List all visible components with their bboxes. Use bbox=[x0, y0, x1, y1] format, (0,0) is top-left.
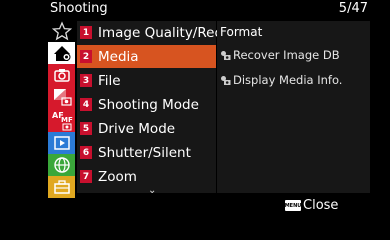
svg-text:MF: MF bbox=[61, 116, 73, 124]
category-sidebar: AF MF bbox=[48, 20, 75, 198]
menu-item-media[interactable]: 2 Media bbox=[77, 45, 216, 68]
top-bar: Shooting 5/47 bbox=[0, 0, 390, 20]
item-number-badge: 1 bbox=[80, 26, 92, 39]
camera-small-icon bbox=[221, 50, 231, 60]
menu-item-label: Shutter/Silent bbox=[98, 144, 191, 161]
playback-icon bbox=[53, 136, 70, 150]
tab-playback[interactable] bbox=[48, 132, 75, 154]
item-number-badge: 5 bbox=[80, 122, 92, 135]
camera-icon bbox=[53, 69, 70, 82]
close-label: Close bbox=[303, 198, 339, 213]
item-number-badge: 6 bbox=[80, 146, 92, 159]
tab-network[interactable] bbox=[48, 154, 75, 176]
menu-key-icon: MENU bbox=[285, 200, 301, 211]
my-menu-icon bbox=[53, 46, 70, 61]
submenu-item-display-media-info[interactable]: Display Media Info. bbox=[220, 71, 342, 89]
menu-item-shooting-mode[interactable]: 4 Shooting Mode bbox=[77, 93, 216, 116]
menu-item-drive-mode[interactable]: 5 Drive Mode bbox=[77, 117, 216, 140]
toolbox-icon bbox=[53, 180, 70, 194]
menu-item-label: Media bbox=[98, 48, 139, 65]
menu-item-label: Shooting Mode bbox=[98, 96, 199, 113]
item-number-badge: 2 bbox=[80, 50, 92, 63]
star-icon bbox=[51, 21, 72, 41]
menu-item-label: Zoom bbox=[98, 168, 137, 185]
menu-item-image-quality[interactable]: 1 Image Quality/Rec bbox=[77, 21, 222, 44]
tab-setup[interactable] bbox=[48, 176, 75, 198]
page-indicator: 5/47 bbox=[338, 1, 368, 16]
tab-my-menu-setting[interactable] bbox=[48, 20, 75, 42]
tab-exposure-color[interactable] bbox=[48, 86, 75, 108]
af-mf-icon: AF MF bbox=[52, 111, 73, 131]
page-title: Shooting bbox=[50, 1, 108, 16]
exposure-color-icon bbox=[53, 89, 72, 106]
menu-item-label: File bbox=[98, 72, 121, 89]
submenu-panel: Format Recover Image DB Display Media In… bbox=[217, 21, 370, 193]
item-number-badge: 3 bbox=[80, 74, 92, 87]
scroll-down-chevron-icon[interactable]: ⌄ bbox=[148, 185, 156, 196]
submenu-item-label: Display Media Info. bbox=[233, 73, 343, 87]
close-button[interactable]: MENU Close bbox=[279, 194, 339, 217]
item-number-badge: 4 bbox=[80, 98, 92, 111]
submenu-item-recover-image-db[interactable]: Recover Image DB bbox=[220, 46, 340, 64]
tab-focus[interactable]: AF MF bbox=[48, 108, 75, 132]
menu-item-zoom[interactable]: 7 Zoom bbox=[77, 165, 216, 188]
menu-list: 1 Image Quality/Rec 2 Media 3 File 4 Sho… bbox=[77, 21, 222, 193]
item-number-badge: 7 bbox=[80, 170, 92, 183]
camera-small-icon bbox=[221, 75, 231, 85]
menu-item-shutter-silent[interactable]: 6 Shutter/Silent bbox=[77, 141, 216, 164]
menu-item-label: Image Quality/Rec bbox=[98, 24, 222, 41]
network-icon bbox=[53, 157, 70, 173]
submenu-header: Format bbox=[220, 25, 263, 39]
tab-shooting[interactable] bbox=[48, 64, 75, 86]
menu-item-file[interactable]: 3 File bbox=[77, 69, 216, 92]
tab-camera-settings-active[interactable] bbox=[48, 42, 75, 64]
submenu-item-label: Recover Image DB bbox=[233, 48, 340, 62]
menu-item-label: Drive Mode bbox=[98, 120, 176, 137]
